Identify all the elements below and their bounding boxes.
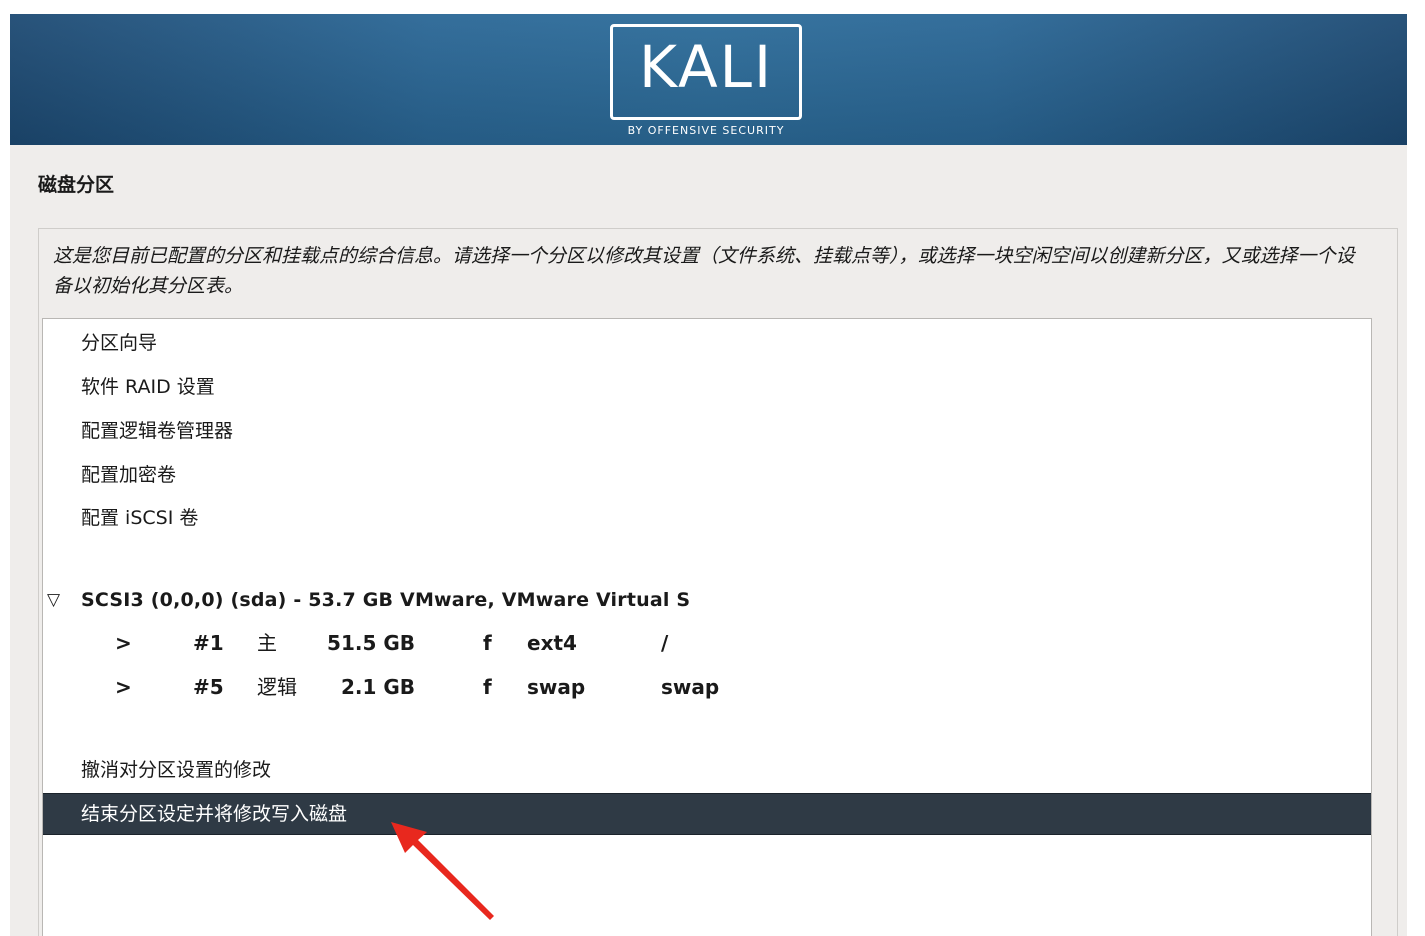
annotation-arrow	[391, 822, 494, 920]
red-arrow-icon	[391, 822, 494, 920]
